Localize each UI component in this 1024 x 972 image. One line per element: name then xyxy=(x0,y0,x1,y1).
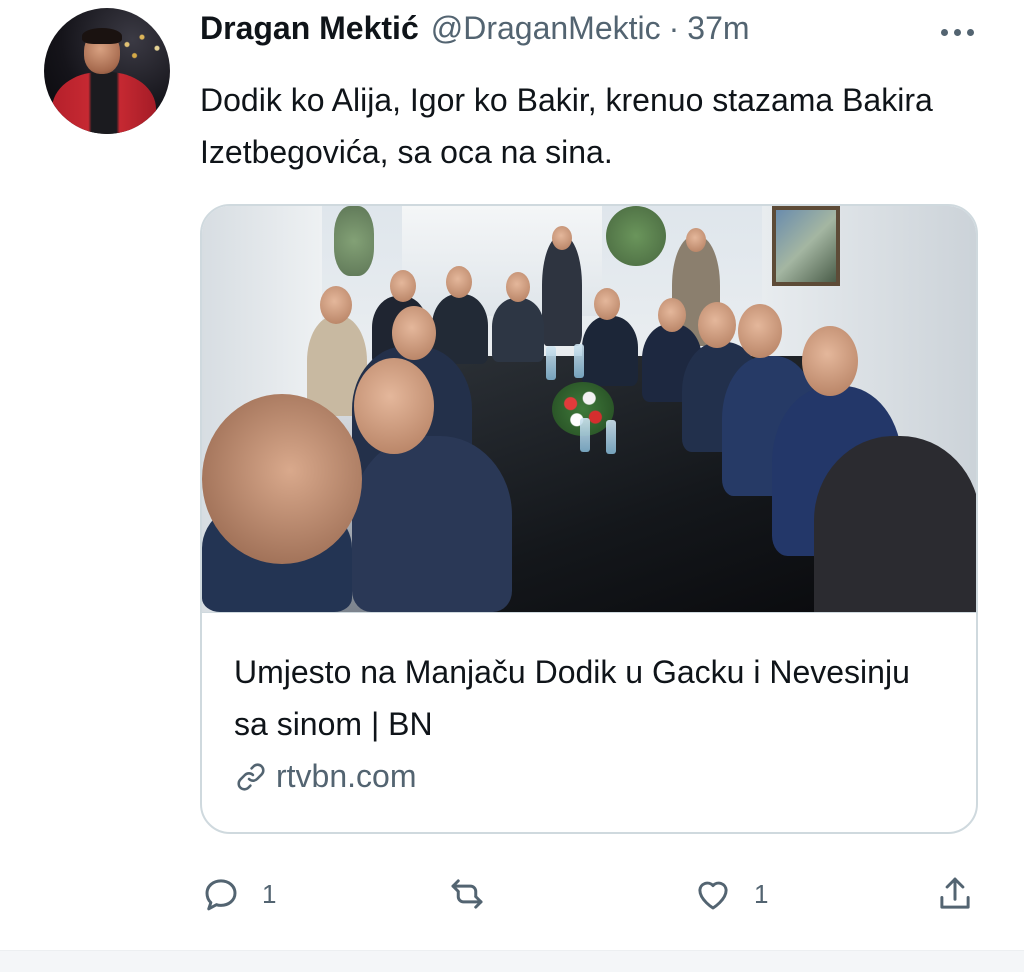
author-avatar[interactable] xyxy=(44,8,170,134)
photo-face xyxy=(202,394,362,564)
photo-face xyxy=(390,270,416,302)
tweet-timestamp[interactable]: 37m xyxy=(687,10,749,47)
card-image[interactable] xyxy=(202,206,976,612)
link-icon xyxy=(237,762,265,791)
tweet-text: Dodik ko Alija, Igor ko Bakir, krenuo st… xyxy=(200,82,933,170)
retweet-button[interactable] xyxy=(446,866,488,922)
photo-face xyxy=(594,288,620,320)
photo-person xyxy=(542,236,582,346)
card-title[interactable]: Umjesto na Manjaču Dodik u Gacku i Neves… xyxy=(234,646,934,750)
photo-bottle xyxy=(606,420,616,454)
reply-count: 1 xyxy=(262,878,277,909)
photo-person xyxy=(352,436,512,612)
photo-bottle xyxy=(546,346,556,380)
card-domain-row[interactable]: rtvbn.com xyxy=(234,758,416,795)
heart-icon xyxy=(698,881,728,910)
photo-person xyxy=(492,298,544,362)
photo-face xyxy=(354,358,434,454)
card-divider xyxy=(202,612,976,613)
photo-face xyxy=(320,286,352,324)
photo-face xyxy=(552,226,572,250)
photo-face xyxy=(698,302,736,348)
photo-bottle xyxy=(574,344,584,378)
photo-person xyxy=(582,316,638,386)
photo-face xyxy=(658,298,686,332)
photo-face xyxy=(392,306,436,360)
avatar-hair xyxy=(82,28,122,44)
photo-face xyxy=(738,304,782,358)
link-preview-card[interactable]: Umjesto na Manjaču Dodik u Gacku i Neves… xyxy=(200,204,978,834)
reply-button[interactable]: 1 xyxy=(200,866,276,922)
avatar-jacket xyxy=(52,72,156,134)
author-name[interactable]: Dragan Mektić xyxy=(200,10,419,47)
tweet-header: Dragan Mektić @DraganMektic · 37m xyxy=(200,10,750,54)
like-count: 1 xyxy=(754,878,769,909)
photo-face xyxy=(446,266,472,298)
photo-bottle xyxy=(580,418,590,452)
photo-face xyxy=(506,272,530,302)
reply-icon xyxy=(205,879,237,911)
like-button[interactable]: 1 xyxy=(692,866,768,922)
avatar-background-lights xyxy=(117,25,168,64)
share-button[interactable] xyxy=(934,866,976,922)
share-icon xyxy=(940,877,970,909)
retweet-icon xyxy=(451,879,483,909)
photo-person xyxy=(814,436,976,612)
header-separator: · xyxy=(668,10,680,46)
photo-face xyxy=(686,228,706,252)
tweet-actions: 1 1 xyxy=(200,866,990,922)
more-options-icon[interactable] xyxy=(936,14,978,50)
photo-plant-left xyxy=(334,206,374,276)
photo-painting xyxy=(772,206,840,286)
card-domain: rtvbn.com xyxy=(276,758,417,794)
photo-plant-right xyxy=(606,206,666,266)
author-handle[interactable]: @DraganMektic xyxy=(431,10,661,47)
timeline-divider xyxy=(0,950,1024,972)
photo-face xyxy=(802,326,858,396)
